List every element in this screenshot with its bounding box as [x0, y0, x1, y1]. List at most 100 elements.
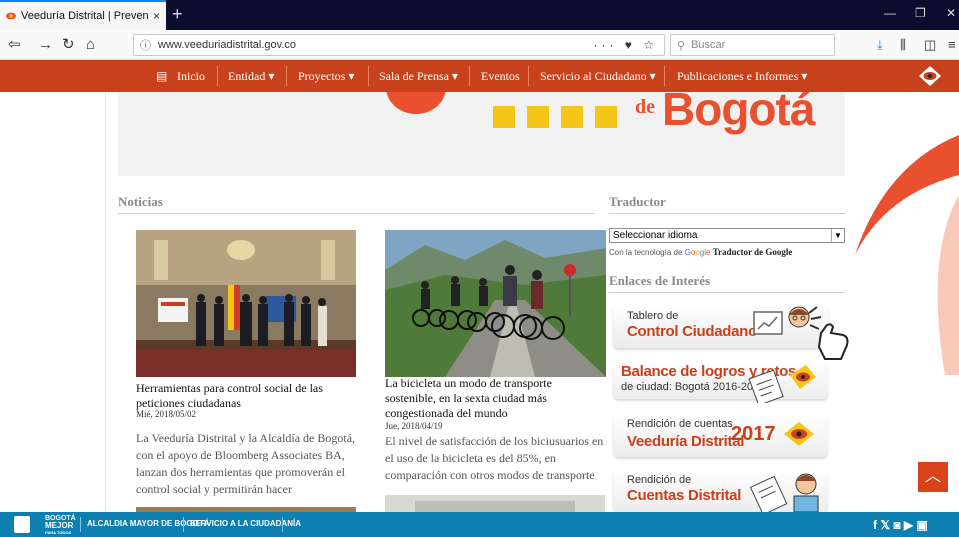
menu-divider [664, 66, 665, 86]
card-3-line1: Rendición de cuentas [627, 418, 733, 430]
enlaces-heading: Enlaces de Interés [609, 273, 711, 288]
site-main-menu: ▤ Inicio Entidad ▾ Proyectos ▾ Sala de P… [0, 60, 959, 92]
content-left-border [105, 92, 106, 512]
language-select-value: Seleccionar idioma [613, 230, 698, 241]
card-4-line1: Rendición de [627, 474, 692, 486]
menu-item-eventos[interactable]: Eventos [481, 60, 520, 92]
search-input[interactable]: ⚲ Buscar [670, 34, 835, 56]
search-placeholder: Buscar [691, 39, 726, 51]
google-translate-link[interactable]: Traductor de Google [713, 247, 793, 257]
menu-item-publicaciones[interactable]: Publicaciones e Informes ▾ [677, 60, 807, 92]
banner-circle-graphic [386, 92, 446, 114]
brand-bottom: MEJOR [45, 521, 74, 530]
address-bar[interactable]: ⓘ www.veeduriadistrital.gov.co ··· ♥ ☆ [133, 34, 665, 56]
veeduria-eye-icon[interactable] [918, 65, 942, 87]
google-logo-icon: Google [684, 248, 711, 257]
menu-item-inicio[interactable]: Inicio [177, 60, 205, 92]
card-rendicion-cuentas-distrital[interactable]: Rendición de Cuentas Distrital [613, 468, 828, 512]
banner-block-graphic [561, 106, 583, 128]
banner-block-graphic [527, 106, 549, 128]
library-icon[interactable]: ⫼ [900, 37, 906, 53]
page-actions-icon[interactable]: ··· ♥ ☆ [593, 38, 658, 52]
menu-divider [286, 66, 287, 86]
chart-board-icon [753, 311, 783, 335]
news-title-2[interactable]: La bicicleta un modo de transporte soste… [385, 376, 605, 421]
noticias-rule [118, 213, 595, 214]
banner-de-text: de [635, 96, 655, 118]
menu-item-proyectos[interactable]: Proyectos ▾ [298, 60, 354, 92]
banner-city-text: Bogotá [662, 92, 815, 135]
forward-icon[interactable]: → [38, 36, 53, 54]
noticias-heading: Noticias [118, 194, 163, 209]
decorative-swoosh-graphic [855, 135, 959, 375]
minimize-icon[interactable]: — [884, 6, 896, 20]
eye-logo-icon [784, 422, 814, 446]
menu-item-servicio-al-ciudadano[interactable]: Servicio al Ciudadano ▾ [540, 60, 656, 92]
document-eye-icon [748, 365, 816, 403]
news-title-1[interactable]: Herramientas para control social de las … [136, 381, 358, 411]
menu-divider [217, 66, 218, 86]
menu-divider [528, 66, 529, 86]
tab-title: Veeduría Distrital | Prevención [21, 10, 149, 22]
favicon-icon [6, 11, 16, 21]
traductor-heading: Traductor [609, 194, 666, 209]
browser-tab[interactable]: Veeduría Distrital | Prevención × [0, 0, 166, 30]
hero-banner[interactable]: de Bogotá [118, 92, 845, 176]
powered-by-text: Con la tecnología de [609, 248, 683, 257]
news-photo-4-partial[interactable] [385, 495, 605, 512]
card-3-line2: Veeduría Distrital [627, 433, 745, 450]
footer-divider [183, 517, 184, 532]
new-tab-icon[interactable]: + [172, 4, 183, 24]
home-icon[interactable]: ⌂ [86, 36, 95, 54]
menu-divider [469, 66, 470, 86]
sidebar-icon[interactable]: ◫ [924, 37, 936, 53]
footer-divider [282, 517, 283, 532]
browser-tab-bar: Veeduría Distrital | Prevención × + — ❐ … [0, 0, 959, 30]
menu-divider [368, 66, 369, 86]
card-1-line2: Control Ciudadano [627, 323, 757, 340]
back-icon[interactable]: ⇦ [8, 36, 21, 54]
card-3-year: 2017 [731, 423, 776, 445]
search-icon: ⚲ [677, 39, 686, 52]
card-1-line1: Tablero de [627, 310, 679, 322]
news-summary-1: La Veeduría Distrital y la Alcaldía de B… [136, 431, 356, 496]
news-summary-2: El nivel de satisfacción de los biciusua… [385, 434, 604, 482]
card-2-line2: de ciudad: Bogotá 2016-2017 [621, 381, 766, 393]
banner-block-graphic [493, 106, 515, 128]
news-date-2: Jue, 2018/04/19 [385, 421, 443, 431]
menu-item-entidad[interactable]: Entidad ▾ [228, 60, 274, 92]
card-4-line2: Cuentas Distrital [627, 487, 742, 504]
close-window-icon[interactable]: ✕ [946, 6, 956, 20]
downloads-icon[interactable]: ⤓ [877, 37, 883, 53]
maximize-icon[interactable]: ❐ [915, 6, 926, 20]
news-photo-1[interactable] [136, 230, 356, 377]
brand-sub: PARA TODOS [45, 530, 72, 535]
card-balance-logros-retos[interactable]: Balance de logros y retos de ciudad: Bog… [613, 361, 828, 403]
menu-icon[interactable]: ≡ [948, 37, 956, 52]
traductor-rule [609, 213, 845, 214]
url-text: www.veeduriadistrital.gov.co [158, 39, 296, 51]
banner-block-graphic [595, 106, 617, 128]
chevron-up-icon: ︿ [924, 468, 941, 485]
bogota-mejor-logo[interactable]: BOGOTÁ MEJOR PARA TODOS [45, 515, 76, 536]
footer-divider [80, 517, 81, 532]
card-tablero-control-ciudadano[interactable]: Tablero de Control Ciudadano [613, 303, 849, 360]
news-date-1: Mié, 2018/05/02 [136, 409, 196, 419]
card-rendicion-veeduria-2017[interactable]: Rendición de cuentas Veeduría Distrital … [613, 413, 828, 457]
tab-close-icon[interactable]: × [153, 9, 160, 23]
google-translate-credit: Con la tecnología de Google Traductor de… [609, 247, 792, 257]
enlaces-rule [609, 292, 845, 293]
footer-link-servicio[interactable]: SERVICIO A LA CIUDADANÍA [190, 519, 301, 528]
menu-item-sala-de-prensa[interactable]: Sala de Prensa ▾ [379, 60, 458, 92]
person-document-icon [749, 473, 819, 512]
scroll-to-top-button[interactable]: ︿ [918, 462, 948, 492]
site-footer-bar: BOGOTÁ MEJOR PARA TODOS ALCALDIA MAYOR D… [0, 512, 959, 537]
home-menu-icon[interactable]: ▤ [156, 60, 167, 92]
coat-of-arms-icon [14, 516, 30, 533]
social-icons[interactable]: f 𝕏 ◙ ▶ ▣ [873, 518, 928, 532]
reload-icon[interactable]: ↻ [62, 36, 75, 54]
info-icon[interactable]: ⓘ [140, 37, 151, 53]
browser-toolbar: ⇦ → ↻ ⌂ ⓘ www.veeduriadistrital.gov.co ·… [0, 30, 959, 60]
news-photo-2[interactable] [385, 230, 606, 377]
language-select[interactable]: Seleccionar idioma ▼ [609, 228, 845, 243]
